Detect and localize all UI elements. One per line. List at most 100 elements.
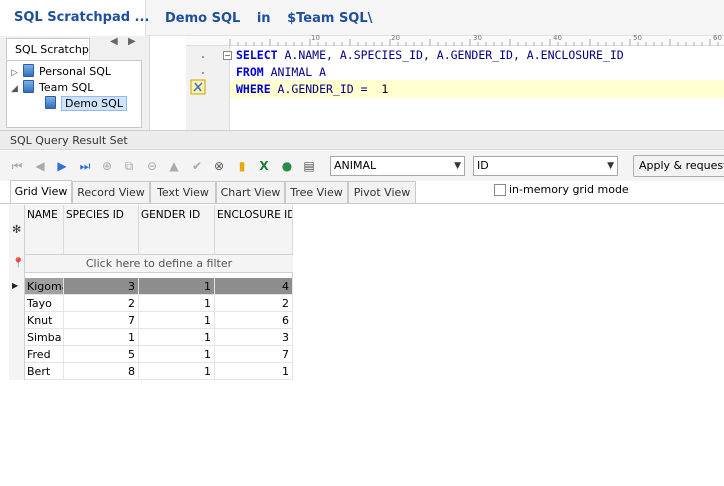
ruler-number: 10	[311, 34, 320, 42]
chevron-down-icon: ▼	[607, 161, 614, 171]
editor-title-in: in	[256, 11, 271, 26]
result-panel-header: SQL Query Result Set	[0, 130, 724, 150]
sql-text: ANIMAL A	[263, 65, 327, 79]
ruler-number: 60	[713, 34, 722, 42]
first-record-icon[interactable]: ⏮	[9, 158, 25, 174]
cell-enclosure-id[interactable]: 7	[215, 346, 293, 363]
column-header-gender-id[interactable]: GENDER ID	[139, 205, 215, 255]
column-header-enclosure-id[interactable]: ENCLOSURE ID	[215, 205, 293, 255]
tab-scroll-left-icon[interactable]: ◀	[110, 36, 118, 47]
cell-species-id[interactable]: 3	[64, 278, 139, 295]
tab-sql-scratchpad[interactable]: SQL Scratchpad	[6, 38, 90, 60]
tab-divider	[0, 203, 724, 204]
sql-line-1[interactable]: SELECT A.NAME, A.SPECIES_ID, A.GENDER_ID…	[236, 47, 624, 64]
scratchpad-tree: ▷ Personal SQL ◢ Team SQL Demo SQL	[6, 60, 142, 128]
cell-name[interactable]: Bert	[25, 363, 64, 380]
scratchpad-title[interactable]: SQL Scratchpad ...	[0, 0, 149, 36]
folder-db-icon	[23, 64, 34, 77]
inmemory-grid-checkbox[interactable]	[494, 184, 506, 196]
ruler-number: 30	[473, 34, 482, 42]
cell-enclosure-id[interactable]: 1	[215, 363, 293, 380]
filter-row[interactable]: Click here to define a filter	[25, 255, 293, 273]
tab-text-view[interactable]: Text View	[150, 181, 216, 203]
insert-record-icon[interactable]: ⊕	[99, 158, 115, 174]
cell-species-id[interactable]: 7	[64, 312, 139, 329]
sql-keyword: WHERE	[236, 82, 271, 96]
editor-title[interactable]: Demo SQL in $Team SQL\	[165, 0, 384, 36]
column-header-name[interactable]: NAME	[25, 205, 64, 255]
cancel-edit-icon[interactable]: ⊗	[211, 158, 227, 174]
cell-enclosure-id[interactable]: 2	[215, 295, 293, 312]
cell-name[interactable]: Tayo	[25, 295, 64, 312]
sql-keyword: SELECT	[236, 48, 278, 62]
cell-name[interactable]: Fred	[25, 346, 64, 363]
post-edit-icon[interactable]: ✔	[189, 158, 205, 174]
cell-name[interactable]: Knut	[25, 312, 64, 329]
asterisk-icon[interactable]: ✻	[12, 223, 21, 236]
print-icon[interactable]: ▤	[301, 158, 317, 174]
tree-item-personal-sql[interactable]: ▷ Personal SQL	[11, 64, 111, 80]
cell-species-id[interactable]: 8	[64, 363, 139, 380]
sql-line-3[interactable]: WHERE A.GENDER_ID = 1	[236, 81, 388, 98]
cell-gender-id[interactable]: 1	[139, 329, 215, 346]
globe-icon[interactable]: ●	[279, 158, 295, 174]
next-record-icon[interactable]: ▶	[54, 158, 70, 174]
sql-number: 1	[381, 82, 389, 96]
cell-enclosure-id[interactable]: 4	[215, 278, 293, 295]
sql-line-2[interactable]: FROM ANIMAL A	[236, 64, 326, 81]
sql-keyword: FROM	[236, 65, 264, 79]
cell-species-id[interactable]: 1	[64, 329, 139, 346]
cell-gender-id[interactable]: 1	[139, 312, 215, 329]
cell-gender-id[interactable]: 1	[139, 363, 215, 380]
script-icon	[45, 96, 56, 109]
prev-record-icon[interactable]: ◀	[32, 158, 48, 174]
chevron-down-icon: ▼	[454, 161, 461, 171]
edit-record-icon[interactable]: ▲	[166, 158, 182, 174]
delete-record-icon[interactable]: ⊖	[144, 158, 160, 174]
lightbulb-icon[interactable]	[190, 79, 206, 95]
editor-title-name: Demo SQL	[165, 11, 241, 26]
last-record-icon[interactable]: ⏭	[77, 158, 93, 174]
current-row-indicator-icon: ▶	[12, 281, 19, 290]
tree-item-demo-sql[interactable]: Demo SQL	[45, 96, 127, 112]
tab-tree-view[interactable]: Tree View	[285, 181, 348, 203]
append-record-icon[interactable]: ⧉	[121, 158, 137, 174]
tree-item-label: Personal SQL	[39, 65, 112, 78]
sql-text: A.GENDER_ID =	[270, 82, 382, 96]
column-select[interactable]: ID ▼	[473, 156, 618, 176]
cell-species-id[interactable]: 5	[64, 346, 139, 363]
ruler-number: 20	[391, 34, 400, 42]
ruler-ticks	[229, 39, 719, 46]
expand-icon[interactable]: ▷	[11, 65, 23, 81]
table-select[interactable]: ANIMAL ▼	[330, 156, 465, 176]
cell-species-id[interactable]: 2	[64, 295, 139, 312]
cell-gender-id[interactable]: 1	[139, 346, 215, 363]
fold-toggle-icon[interactable]: −	[223, 51, 232, 60]
tab-record-view[interactable]: Record View	[72, 181, 150, 203]
editor-ruler: 10 20 30 40 50 60	[186, 34, 724, 46]
collapse-icon[interactable]: ◢	[11, 81, 23, 97]
tab-chart-view[interactable]: Chart View	[216, 181, 285, 203]
ruler-number: 40	[553, 34, 562, 42]
sql-text: A.NAME, A.SPECIES_ID, A.GENDER_ID, A.ENC…	[277, 48, 624, 62]
tree-item-team-sql[interactable]: ◢ Team SQL	[11, 80, 93, 96]
cell-gender-id[interactable]: 1	[139, 295, 215, 312]
table-select-value: ANIMAL	[334, 159, 377, 172]
cell-name[interactable]: Simba	[25, 329, 64, 346]
column-header-species-id[interactable]: SPECIES ID	[64, 205, 139, 255]
pin-icon[interactable]: 📍	[12, 258, 24, 269]
cell-enclosure-id[interactable]: 6	[215, 312, 293, 329]
tab-grid-view[interactable]: Grid View	[10, 180, 72, 204]
cell-enclosure-id[interactable]: 3	[215, 329, 293, 346]
excel-export-icon[interactable]: X	[256, 158, 272, 174]
ruler-number: 50	[633, 34, 642, 42]
cell-gender-id[interactable]: 1	[139, 278, 215, 295]
export-file-icon[interactable]: ▮	[234, 158, 250, 174]
cell-name[interactable]: Kigoma	[25, 278, 64, 295]
apply-request-live-button[interactable]: Apply & request live	[633, 155, 724, 177]
tree-item-label: Team SQL	[39, 81, 94, 94]
tab-pivot-view[interactable]: Pivot View	[348, 181, 416, 203]
tab-scroll-right-icon[interactable]: ▶	[128, 36, 136, 47]
inmemory-grid-label: in-memory grid mode	[509, 183, 629, 196]
column-select-value: ID	[477, 159, 489, 172]
